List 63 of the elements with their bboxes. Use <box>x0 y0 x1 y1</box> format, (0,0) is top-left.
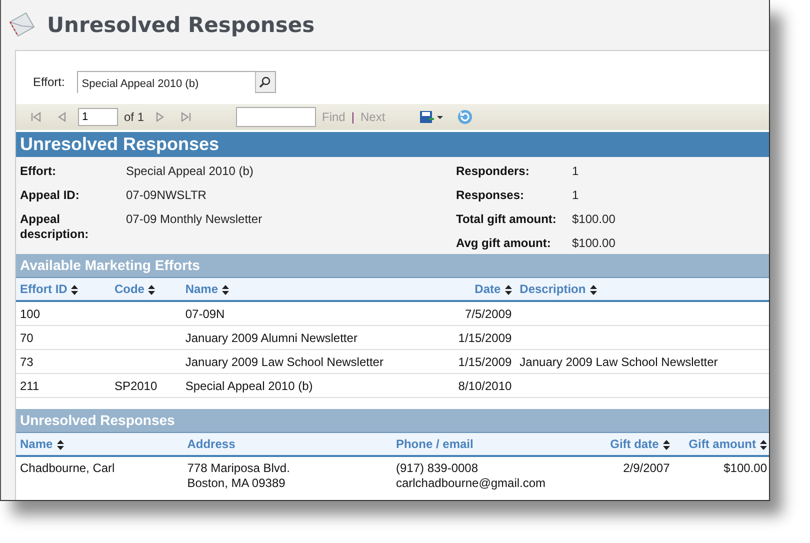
table-cell: 73 <box>16 350 110 374</box>
report-title: Unresolved Responses <box>16 132 769 157</box>
effort-field[interactable]: Special Appeal 2010 (b) <box>76 71 276 93</box>
summary-label: Appeal description: <box>19 211 90 242</box>
column-header[interactable]: Code <box>110 278 182 301</box>
save-icon <box>419 110 444 124</box>
table-cell: 100 <box>16 301 110 326</box>
summary-label: Total gift amount: <box>455 211 558 228</box>
summary-value: 07-09 Monthly Newsletter <box>126 211 262 228</box>
summary-value: 07-09NWSLTR <box>126 187 206 204</box>
section-title: Unresolved Responses <box>16 409 769 433</box>
search-button[interactable] <box>254 72 275 92</box>
summary-label: Effort: <box>19 163 57 180</box>
find-field[interactable] <box>236 107 316 127</box>
table-cell: 2/9/2007 <box>559 456 674 495</box>
table-cell: 1/15/2009 <box>436 350 516 374</box>
column-header: Address <box>183 433 392 456</box>
summary-value: $100.00 <box>572 235 616 252</box>
column-header[interactable]: Effort ID <box>16 278 110 301</box>
page-number-field[interactable]: 1 <box>78 108 118 126</box>
page-count: of 1 <box>124 110 144 124</box>
column-header[interactable]: Gift date <box>559 433 674 456</box>
table-cell: (917) 839-0008 carlchadbourne@gmail.com <box>392 456 560 495</box>
summary-label: Avg gift amount: <box>455 235 552 252</box>
section-title: Available Marketing Efforts <box>16 254 769 278</box>
find-link[interactable]: Find <box>322 110 346 124</box>
summary-label: Responders: <box>455 163 530 180</box>
column-header[interactable]: Description <box>516 278 769 301</box>
table-cell: 7/5/2009 <box>436 301 516 326</box>
separator-text: | <box>351 110 354 124</box>
table-cell: 778 Mariposa Blvd. Boston, MA 09389 <box>183 456 392 495</box>
field-label: Effort: <box>33 75 65 89</box>
table-cell: 211 <box>16 374 110 398</box>
table-cell: Special Appeal 2010 (b) <box>181 374 437 398</box>
table-cell: $100.00 <box>674 456 769 495</box>
table-cell: SP2010 <box>110 374 182 398</box>
last-page-icon <box>180 111 192 123</box>
search-icon <box>259 76 272 88</box>
summary-label: Appeal ID: <box>19 187 80 204</box>
summary-value: Special Appeal 2010 (b) <box>126 163 254 180</box>
table-cell: 70 <box>16 326 110 350</box>
table-cell: 07-09N <box>181 301 437 326</box>
table-cell: 8/10/2010 <box>436 374 516 398</box>
table-cell: January 2009 Law School Newsletter <box>181 350 437 374</box>
column-header[interactable]: Name <box>16 433 184 456</box>
previous-page-icon <box>56 111 68 123</box>
summary-value: $100.00 <box>572 211 616 228</box>
column-header[interactable]: Gift amount <box>674 433 769 456</box>
summary-value: 1 <box>572 163 579 180</box>
column-header: Phone / email <box>392 433 560 456</box>
first-page-icon <box>30 111 42 123</box>
next-link[interactable]: Next <box>360 110 386 124</box>
column-header[interactable]: Name <box>181 278 437 301</box>
summary-value: 1 <box>572 187 579 204</box>
table-cell: Chadbourne, Carl <box>16 456 184 495</box>
table-cell: January 2009 Law School Newsletter <box>516 350 769 374</box>
next-page-icon <box>154 111 166 123</box>
column-header[interactable]: Date <box>436 278 516 301</box>
table-cell: January 2009 Alumni Newsletter <box>181 326 437 350</box>
table-cell: 1/15/2009 <box>436 326 516 350</box>
refresh-icon <box>457 109 474 125</box>
page-title: Unresolved Responses <box>47 13 315 37</box>
summary-label: Responses: <box>455 187 526 204</box>
